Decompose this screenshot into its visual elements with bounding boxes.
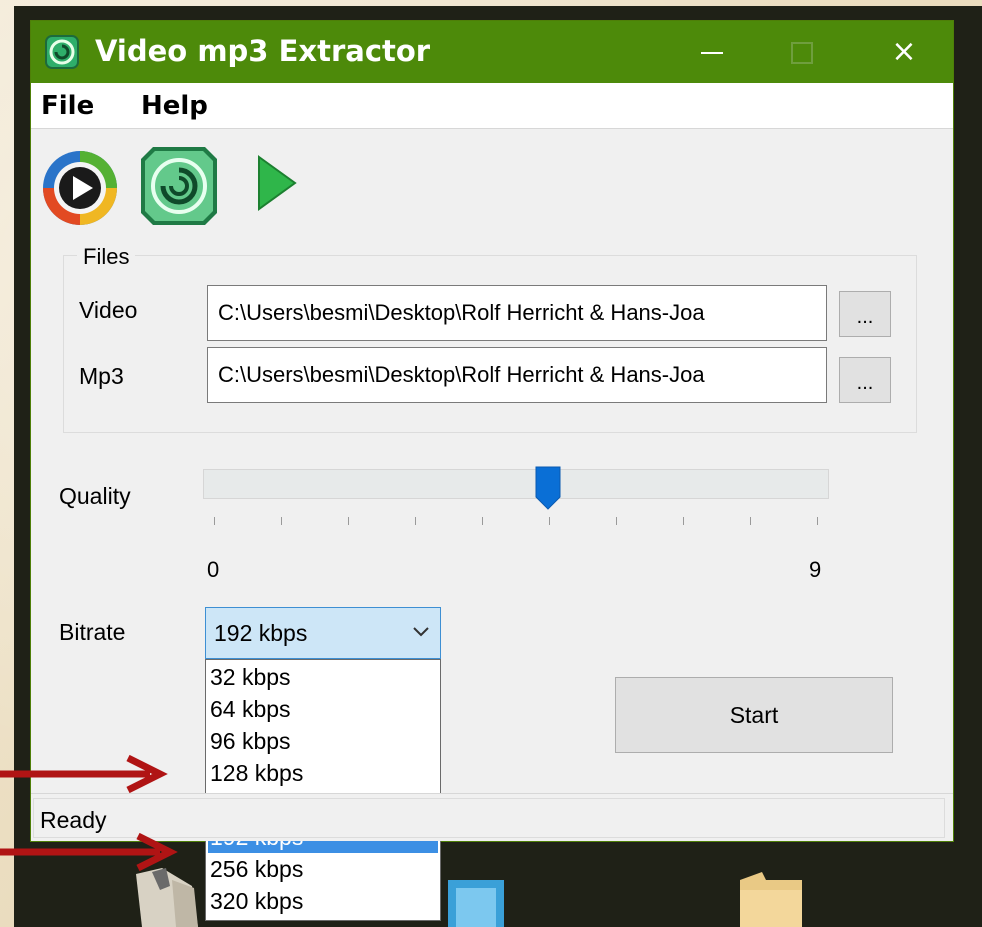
bitrate-label: Bitrate	[59, 619, 126, 645]
bitrate-option[interactable]: 96 kbps	[208, 726, 438, 757]
quality-tick	[817, 517, 818, 525]
title-bar[interactable]: Video mp3 Extractor ×	[31, 21, 953, 83]
files-group	[63, 255, 917, 433]
annotation-arrow-icon	[0, 754, 168, 794]
media-player-icon[interactable]	[41, 149, 119, 227]
bitrate-select[interactable]: 192 kbps	[205, 607, 441, 659]
files-legend: Files	[77, 243, 136, 271]
quality-tick	[214, 517, 215, 525]
quality-tick	[348, 517, 349, 525]
quality-slider-track[interactable]	[203, 469, 829, 499]
start-button[interactable]: Start	[615, 677, 893, 753]
bitrate-selected-value: 192 kbps	[214, 620, 308, 646]
quality-tick	[482, 517, 483, 525]
app-swirl-icon[interactable]	[139, 143, 219, 229]
maximize-button[interactable]	[757, 21, 847, 83]
desktop-file-icon[interactable]	[132, 866, 202, 927]
menu-help[interactable]: Help	[141, 89, 208, 123]
window-title: Video mp3 Extractor	[95, 34, 431, 68]
app-logo-icon	[45, 35, 79, 69]
menu-bar: File Help	[31, 83, 953, 129]
bitrate-option[interactable]: 128 kbps	[208, 758, 438, 789]
quality-tick	[683, 517, 684, 525]
close-button[interactable]: ×	[859, 21, 949, 83]
maximize-icon	[791, 41, 813, 64]
quality-min-label: 0	[207, 557, 220, 582]
mp3-path-input[interactable]: C:\Users\besmi\Desktop\Rolf Herricht & H…	[207, 347, 827, 403]
bitrate-option[interactable]: 32 kbps	[208, 662, 438, 693]
video-path-input[interactable]: C:\Users\besmi\Desktop\Rolf Herricht & H…	[207, 285, 827, 341]
bitrate-option[interactable]: 320 kbps	[208, 886, 438, 917]
mp3-label: Mp3	[79, 363, 124, 389]
desktop-monitor-icon[interactable]	[446, 866, 506, 927]
browse-video-button[interactable]: ...	[839, 291, 891, 337]
menu-file[interactable]: File	[41, 89, 94, 123]
play-icon[interactable]	[255, 153, 299, 213]
bitrate-option[interactable]: 256 kbps	[208, 854, 438, 885]
bitrate-dropdown-list: 32 kbps64 kbps96 kbps128 kbps160 kbps192…	[205, 659, 441, 921]
quality-tick	[281, 517, 282, 525]
quality-slider-thumb[interactable]	[534, 465, 562, 511]
quality-tick	[415, 517, 416, 525]
bitrate-option[interactable]: 64 kbps	[208, 694, 438, 725]
annotation-arrow-icon	[0, 832, 178, 872]
minimize-button[interactable]	[667, 21, 757, 83]
desktop-folder-icon[interactable]	[736, 866, 806, 927]
browse-mp3-button[interactable]: ...	[839, 357, 891, 403]
quality-max-label: 9	[809, 557, 822, 582]
quality-tick	[549, 517, 550, 525]
chevron-down-icon	[413, 627, 429, 637]
minimize-icon	[701, 51, 723, 54]
app-window: Video mp3 Extractor × File Help Files Vi…	[30, 20, 954, 921]
quality-label: Quality	[59, 483, 131, 509]
quality-tick	[616, 517, 617, 525]
video-label: Video	[79, 297, 138, 323]
quality-tick	[750, 517, 751, 525]
